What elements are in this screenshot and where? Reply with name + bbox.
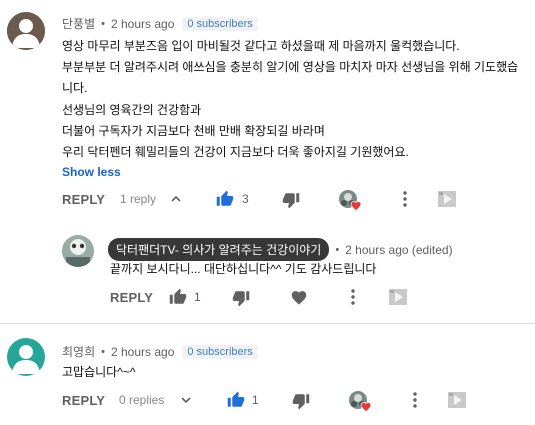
comment-divider: [0, 323, 535, 324]
reply-button[interactable]: REPLY: [62, 393, 105, 408]
comment-line: 선생님의 영육간의 건강함과: [62, 102, 202, 117]
more-vertical-icon[interactable]: [347, 288, 359, 306]
like-count: 3: [242, 192, 249, 206]
channel-owner-badge[interactable]: 닥터팬더TV- 의사가 알려주는 건강이야기: [108, 238, 330, 261]
comment-line: 부분부분 더 알려주시려 애쓰심을 충분히 알기에 영상을 마치자 마자 선생님…: [62, 60, 519, 75]
comment-time[interactable]: 2 hours ago: [111, 17, 174, 31]
thumbs-down-icon[interactable]: [292, 392, 310, 410]
attachment-thumbnail-icon[interactable]: [448, 392, 466, 408]
replies-toggle[interactable]: 0 replies: [119, 393, 164, 407]
comment-time[interactable]: 2 hours ago: [111, 345, 174, 359]
heart-icon[interactable]: [290, 289, 308, 305]
comment-author[interactable]: 최영희: [62, 343, 95, 360]
comment-line: 니다.: [62, 81, 88, 96]
thumbs-up-icon[interactable]: [216, 190, 234, 208]
comment-text: 고맙습니다^~^: [62, 365, 136, 379]
separator-dot: •: [101, 17, 105, 30]
more-vertical-icon[interactable]: [409, 391, 421, 409]
heart-icon: [350, 201, 362, 211]
thumbs-down-icon[interactable]: [232, 289, 250, 307]
separator-dot: •: [335, 243, 340, 256]
reply-text: 끝까지 보시다니... 대단하십니다^^ 기도 감사드립니다: [110, 262, 377, 276]
attachment-thumbnail-icon[interactable]: [389, 289, 407, 305]
comment-line: 우리 닥터펜더 훼밀리들의 건강이 지금보다 더욱 좋아지길 기원했어요.: [62, 145, 409, 160]
comment-meta: 단풍별 • 2 hours ago 0 subscribers: [62, 15, 258, 32]
attachment-thumbnail-icon[interactable]: [438, 191, 456, 207]
chevron-up-icon[interactable]: [170, 193, 182, 205]
show-less-link[interactable]: Show less: [62, 165, 121, 179]
avatar[interactable]: [62, 235, 94, 267]
more-vertical-icon[interactable]: [399, 190, 411, 208]
subscriber-badge: 0 subscribers: [182, 16, 258, 31]
avatar-person-icon: [7, 338, 45, 376]
chevron-down-icon[interactable]: [180, 394, 192, 406]
avatar[interactable]: [7, 338, 45, 376]
thumbs-down-icon[interactable]: [282, 191, 300, 209]
like-count: 1: [252, 393, 259, 407]
reply-button[interactable]: REPLY: [62, 192, 105, 207]
comment-time[interactable]: 2 hours ago (edited): [345, 243, 452, 257]
comment-meta: 최영희 • 2 hours ago 0 subscribers: [62, 343, 258, 360]
reply-button[interactable]: REPLY: [110, 290, 153, 305]
reply-meta: 닥터팬더TV- 의사가 알려주는 건강이야기 • 2 hours ago (ed…: [108, 238, 453, 261]
thumbs-up-icon[interactable]: [227, 391, 245, 409]
avatar[interactable]: [7, 12, 45, 50]
separator-dot: •: [101, 345, 105, 358]
channel-avatar-icon: [62, 235, 94, 267]
like-count: 1: [194, 290, 201, 304]
thumbs-up-icon[interactable]: [169, 288, 187, 306]
subscriber-badge: 0 subscribers: [182, 344, 258, 359]
comment-line: 영상 마무리 부분즈음 입이 마비될것 같다고 하셨을때 제 마음까지 울컥했습…: [62, 39, 460, 53]
comment-line: 더불어 구독자가 지금보다 천배 만배 확장되길 바라며: [62, 123, 325, 138]
comment-author[interactable]: 단풍별: [62, 15, 95, 32]
avatar-person-icon: [7, 12, 45, 50]
heart-icon: [360, 402, 372, 412]
comment-text: 영상 마무리 부분즈음 입이 마비될것 같다고 하셨을때 제 마음까지 울컥했습…: [62, 36, 532, 163]
replies-toggle[interactable]: 1 reply: [120, 192, 156, 206]
